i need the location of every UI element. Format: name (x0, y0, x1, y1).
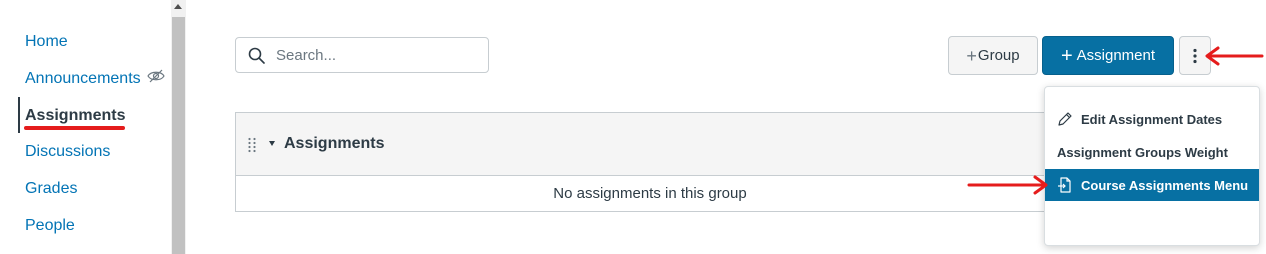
options-menu: Edit Assignment Dates Assignment Groups … (1044, 86, 1260, 246)
scrollbar-thumb[interactable] (172, 17, 185, 254)
pencil-icon (1058, 112, 1072, 126)
empty-group-message: No assignments in this group (553, 185, 747, 202)
menu-item-label: Assignment Groups Weight (1057, 144, 1228, 160)
course-nav: Home Announcements Assignments Discussio… (0, 0, 171, 254)
search-input[interactable] (276, 38, 476, 72)
assignment-group-header[interactable]: Assignments (236, 113, 1064, 176)
menu-item-assignment-groups-weight[interactable]: Assignment Groups Weight (1045, 136, 1259, 168)
add-assignment-label: Assignment (1076, 47, 1156, 64)
search-icon (248, 47, 265, 64)
add-group-label: Group (977, 47, 1020, 64)
annotation-underline (24, 126, 125, 130)
add-assignment-button[interactable]: + Assignment (1042, 36, 1174, 75)
active-indicator (18, 97, 20, 133)
drag-handle-icon[interactable] (247, 137, 257, 153)
sidebar-item-people[interactable]: People (25, 217, 75, 235)
scroll-up-arrow-icon[interactable] (174, 4, 182, 9)
external-doc-icon (1058, 177, 1071, 193)
sidebar-item-grades[interactable]: Grades (25, 180, 77, 198)
sidebar-item-announcements[interactable]: Announcements (25, 70, 141, 88)
collapse-caret-icon[interactable] (269, 141, 275, 146)
sidebar-item-discussions[interactable]: Discussions (25, 143, 110, 161)
assignment-group-title: Assignments (284, 135, 385, 152)
plus-icon: + (1060, 44, 1073, 67)
menu-item-course-assignments-menu[interactable]: Course Assignments Menu (1045, 169, 1259, 201)
sidebar-item-assignments[interactable]: Assignments (25, 107, 125, 125)
sidebar-item-home[interactable]: Home (25, 33, 68, 51)
search-box[interactable] (235, 37, 489, 73)
menu-item-edit-assignment-dates[interactable]: Edit Assignment Dates (1045, 103, 1259, 135)
hidden-eye-icon (147, 69, 165, 83)
annotation-arrow-icon (967, 175, 1048, 195)
annotation-arrow-icon (1205, 46, 1264, 66)
assignment-group: Assignments No assignments in this group (235, 112, 1065, 212)
menu-item-label: Course Assignments Menu (1081, 177, 1249, 193)
kebab-menu-icon (1193, 48, 1197, 63)
menu-item-label: Edit Assignment Dates (1081, 111, 1223, 127)
plus-icon: + (966, 45, 977, 66)
add-group-button[interactable]: + Group (948, 36, 1038, 75)
